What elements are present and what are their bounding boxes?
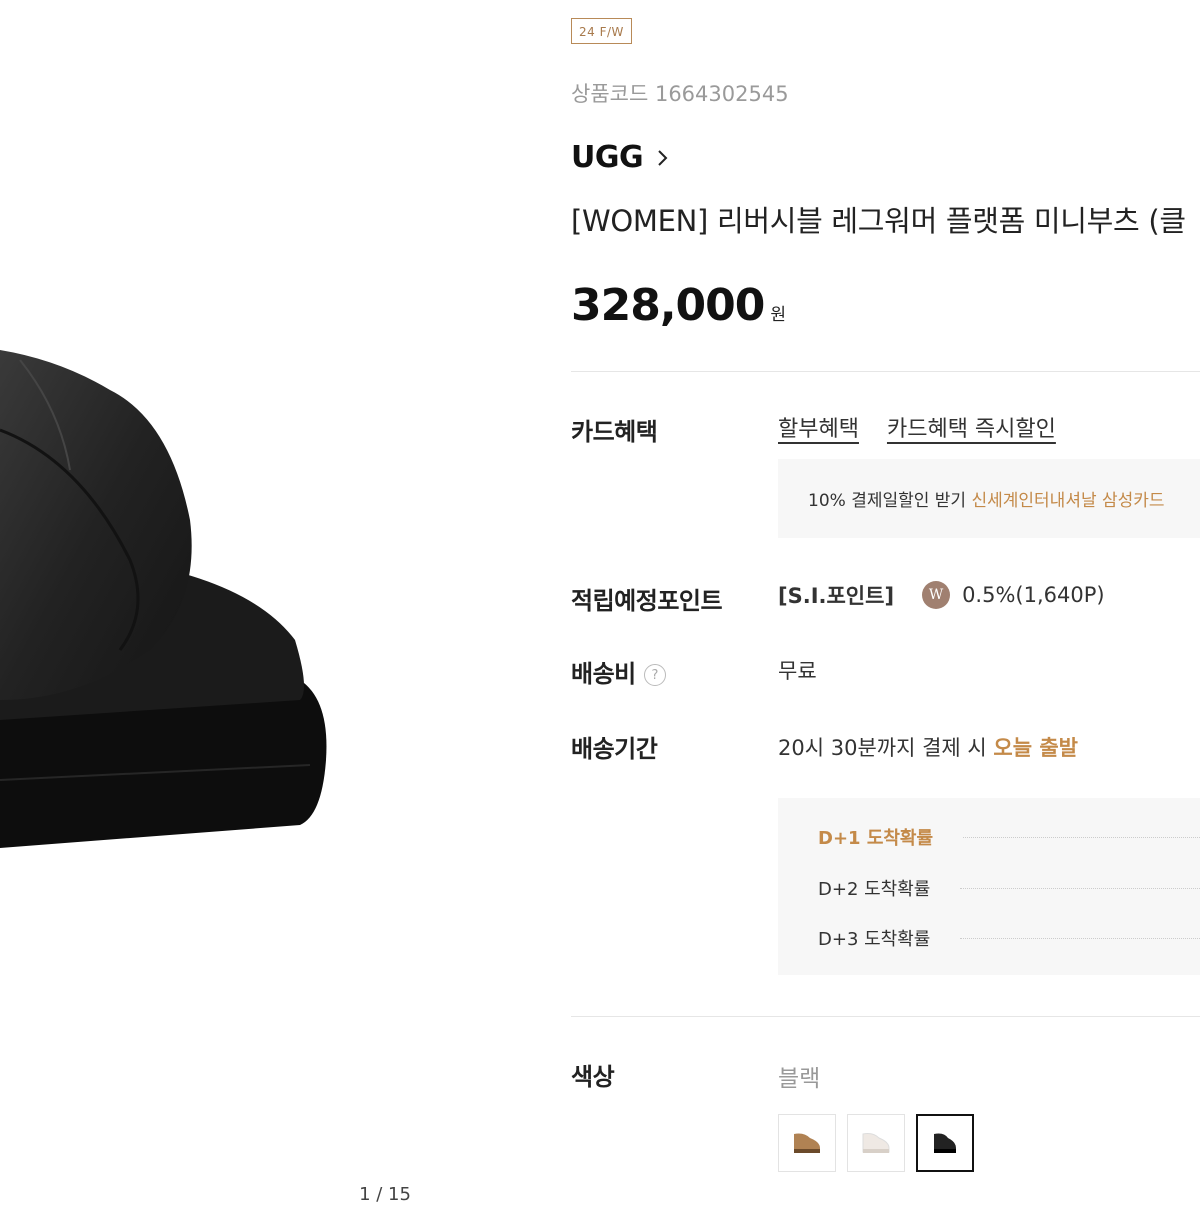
shipping-fee-label-text: 배송비: [571, 660, 636, 688]
installment-benefit-link[interactable]: 할부혜택: [778, 411, 859, 443]
brand-name: UGG: [571, 140, 644, 175]
shipping-period-value: 20시 30분까지 결제 시 오늘 출발: [778, 732, 1078, 762]
card-discount-link[interactable]: 카드혜택 즉시할인: [887, 411, 1056, 443]
brand-link[interactable]: UGG: [571, 140, 669, 175]
help-icon[interactable]: ?: [643, 664, 666, 686]
arrival-row: D+1 도착확률: [818, 824, 1200, 850]
price-amount: 328,000: [571, 280, 765, 331]
color-swatch-chestnut[interactable]: [778, 1114, 836, 1172]
arrival-label: D+1 도착확률: [818, 828, 934, 849]
price-unit: 원: [770, 305, 787, 325]
season-tag: 24 F/W: [571, 18, 632, 44]
color-swatch-white[interactable]: [847, 1114, 905, 1172]
points-name: [S.I.포인트]: [778, 584, 895, 608]
promo-text: 10% 결제일할인 받기: [808, 491, 967, 511]
arrival-row: D+2 도착확률: [818, 875, 1200, 901]
card-benefit-links: 할부혜택 카드혜택 즉시할인: [778, 411, 1056, 443]
card-benefits-label: 카드혜택: [571, 418, 658, 446]
arrival-row: D+3 도착확률: [818, 925, 1200, 951]
arrival-label: D+2 도착확률: [818, 879, 931, 900]
product-image-black-boot: [0, 350, 327, 848]
w-point-icon: W: [922, 581, 951, 609]
color-label: 색상: [571, 1063, 615, 1091]
boot-thumbnail-icon: [794, 1133, 820, 1153]
boot-thumbnail-icon: [862, 1133, 890, 1153]
image-counter: 1 / 15: [359, 1184, 411, 1205]
points-value: 0.5%(1,640P): [962, 583, 1105, 607]
boot-thumbnail-icon: [934, 1133, 956, 1153]
product-image-gallery[interactable]: [0, 0, 520, 1200]
chevron-right-icon: [658, 149, 668, 166]
points-label: 적립예정포인트: [571, 587, 723, 615]
divider: [571, 371, 1200, 372]
color-selected-value: 블랙: [778, 1066, 821, 1092]
card-promo-box: 10% 결제일할인 받기 신세계인터내셔날 삼성카드: [778, 459, 1200, 538]
points-row: [S.I.포인트] W 0.5%(1,640P): [778, 580, 1105, 610]
shipping-fee-label: 배송비?: [571, 654, 666, 689]
arrival-probability-box: D+1 도착확률 D+2 도착확률 D+3 도착확률: [778, 798, 1200, 975]
divider: [571, 1016, 1200, 1017]
product-title: [WOMEN] 리버시블 레그워머 플랫폼 미니부츠 (클: [571, 204, 1186, 238]
shipping-fee-value: 무료: [778, 659, 817, 683]
shipping-period-label: 배송기간: [571, 735, 658, 763]
shipping-today-highlight: 오늘 출발: [993, 736, 1078, 760]
price: 328,000 원: [571, 280, 786, 331]
color-swatch-black[interactable]: [916, 1114, 974, 1172]
product-code: 상품코드 1664302545: [571, 82, 789, 106]
promo-card-link[interactable]: 신세계인터내셔날 삼성카드: [971, 486, 1164, 511]
arrival-label: D+3 도착확률: [818, 929, 931, 950]
shipping-period-text: 20시 30분까지 결제 시: [778, 736, 987, 760]
